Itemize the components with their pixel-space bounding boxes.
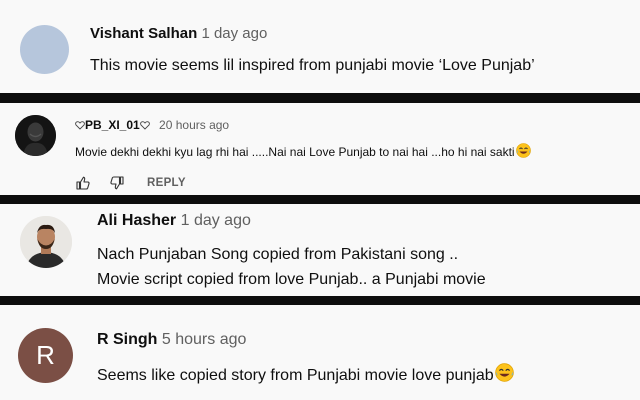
avatar[interactable]	[20, 216, 72, 268]
comment-actions: REPLY	[75, 175, 186, 191]
comment-text: Seems like copied story from Punjabi mov…	[97, 367, 494, 384]
comment-text-line-1: Nach Punjaban Song copied from Pakistani…	[97, 246, 459, 263]
comment-text: Movie dekhi dekhi kyu lag rhi hai .....N…	[75, 145, 515, 159]
comment-text-line: Seems like copied story from Punjabi mov…	[97, 363, 514, 387]
comment-time[interactable]: 20 hours ago	[159, 118, 229, 132]
comment-text-line-2: Movie script copied from love Punjab.. a…	[97, 271, 486, 288]
comment-author[interactable]: Vishant Salhan	[90, 25, 197, 42]
laughing-tears-emoji-icon	[515, 143, 531, 161]
thumbs-down-icon[interactable]	[109, 175, 125, 191]
comment-author-line: PB_XI_01 20 hours ago	[75, 118, 229, 133]
reply-button[interactable]: REPLY	[147, 177, 186, 189]
heart-outline-icon	[139, 119, 150, 133]
heart-outline-icon	[75, 119, 85, 133]
avatar[interactable]	[15, 115, 56, 156]
avatar[interactable]: R	[18, 328, 73, 383]
thumbs-up-icon[interactable]	[75, 175, 91, 191]
comment-author-line: R Singh 5 hours ago	[97, 331, 246, 349]
comment-time[interactable]: 5 hours ago	[162, 331, 247, 348]
avatar[interactable]	[20, 25, 69, 74]
comment-author[interactable]: R Singh	[97, 331, 157, 348]
comment-author-line: Vishant Salhan 1 day ago	[90, 25, 267, 42]
comment-text: This movie seems lil inspired from punja…	[90, 57, 535, 74]
divider	[0, 296, 640, 305]
comment-time[interactable]: 1 day ago	[201, 25, 267, 42]
laughing-tears-emoji-icon	[494, 363, 514, 387]
comment-card-rsingh: R R Singh 5 hours ago Seems like copied …	[0, 305, 640, 400]
divider	[0, 195, 640, 204]
comment-text-line: Movie dekhi dekhi kyu lag rhi hai .....N…	[75, 143, 531, 161]
comment-author[interactable]: Ali Hasher	[97, 212, 176, 229]
comment-card-ali: Ali Hasher 1 day ago Nach Punjaban Song …	[0, 204, 640, 296]
avatar-letter: R	[36, 340, 55, 370]
comment-author[interactable]: PB_XI_01	[85, 118, 140, 132]
comment-author-line: Ali Hasher 1 day ago	[97, 212, 251, 230]
comment-time[interactable]: 1 day ago	[181, 212, 251, 229]
divider	[0, 93, 640, 103]
comment-card-pb: PB_XI_01 20 hours ago Movie dekhi dekhi …	[0, 103, 640, 195]
comment-card-vishant: Vishant Salhan 1 day ago This movie seem…	[0, 0, 640, 93]
